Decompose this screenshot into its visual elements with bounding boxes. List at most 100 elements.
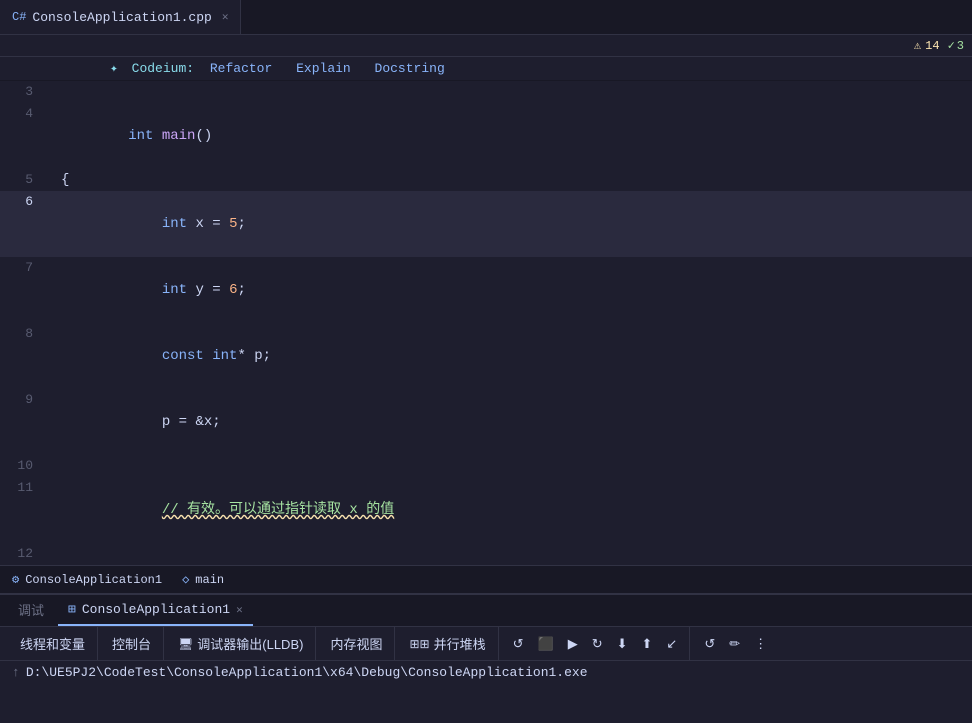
line-number-5: 5: [0, 169, 45, 191]
console-tab-label: ConsoleApplication1: [82, 602, 230, 617]
ptr-8: * p;: [237, 348, 271, 364]
panel-tab-console[interactable]: ⊞ ConsoleApplication1 ✕: [58, 595, 253, 626]
function-label: main: [195, 573, 224, 587]
console-label: 控制台: [112, 634, 151, 653]
line-gutter-11: [45, 477, 57, 543]
reload-btn[interactable]: ↺: [698, 633, 721, 655]
console-tab-close[interactable]: ✕: [236, 603, 243, 617]
warning-count: 14: [925, 39, 939, 53]
threads-variables-label: 线程和变量: [20, 634, 85, 653]
panel-toolbar: 线程和变量 控制台 🖥 调试器输出(LLDB) 内存视图 ⊞⊞ 并行堆栈: [0, 627, 972, 661]
play-btn[interactable]: ▶: [562, 633, 584, 655]
step-over-btn[interactable]: ⬇: [611, 633, 634, 655]
toolbar-section-parallel: ⊞⊞ 并行堆栈: [397, 627, 498, 660]
line-content-7[interactable]: int y = 6;: [57, 257, 972, 323]
restart-icon: ↻: [592, 636, 603, 652]
console-btn[interactable]: 控制台: [106, 631, 157, 656]
edit-btn[interactable]: ✏: [723, 633, 746, 655]
space-8: [204, 348, 212, 364]
line-number-6: 6: [0, 191, 45, 257]
toolbar-section-debugger: 🖥 调试器输出(LLDB): [166, 627, 316, 660]
line-gutter-8: [45, 323, 57, 389]
tab-close-icon[interactable]: ✕: [222, 10, 229, 24]
refresh-icon: ↺: [513, 636, 524, 652]
more-options-btn[interactable]: ⋮: [748, 633, 773, 655]
line-content-3[interactable]: [57, 81, 972, 103]
line-gutter-4: [45, 103, 57, 169]
line-content-5[interactable]: {: [57, 169, 972, 191]
op-eq-6: =: [212, 216, 220, 232]
line-content-12[interactable]: int value = *p;: [57, 543, 972, 565]
line-content-11[interactable]: // 有效。可以通过指针读取 x 的值: [57, 477, 972, 543]
code-line-9: 9 p = &x;: [0, 389, 972, 455]
status-item-function[interactable]: ◇ main: [182, 572, 224, 587]
code-line-8: 8 const int* p;: [0, 323, 972, 389]
warning-badge[interactable]: ⚠ 14: [914, 38, 940, 53]
threads-variables-btn[interactable]: 线程和变量: [14, 631, 91, 656]
codeium-icon: ✦: [110, 61, 118, 76]
keyword-int-7: int: [162, 282, 187, 298]
var-y-7: y: [187, 282, 212, 298]
code-line-5: 5 {: [0, 169, 972, 191]
panel-tabs: 调试 ⊞ ConsoleApplication1 ✕: [0, 595, 972, 627]
editor: ✦ Codeium: Refactor Explain Docstring 3 …: [0, 57, 972, 593]
line-gutter-9: [45, 389, 57, 455]
toolbar-section-memory: 内存视图: [318, 627, 395, 660]
line-content-6[interactable]: int x = 5;: [57, 191, 972, 257]
cpp-icon: C#: [12, 10, 26, 24]
func-name-4: main: [162, 128, 196, 144]
step-in-btn[interactable]: ↙: [660, 633, 683, 655]
indent-9: p: [128, 414, 178, 430]
editor-status-bar: ⚙ ConsoleApplication1 ◇ main: [0, 565, 972, 593]
code-line-7: 7 int y = 6;: [0, 257, 972, 323]
check-num: 3: [957, 39, 964, 53]
restart-btn[interactable]: ↻: [586, 633, 609, 655]
project-label: ConsoleApplication1: [25, 573, 162, 587]
codeium-name: Codeium:: [132, 61, 194, 76]
status-item-project[interactable]: ⚙ ConsoleApplication1: [12, 572, 162, 587]
parallel-icon: ⊞⊞: [409, 637, 429, 651]
semi-6: ;: [237, 216, 245, 232]
step-down-icon: ⬇: [617, 636, 628, 652]
space2-6: [221, 216, 229, 232]
codeium-explain[interactable]: Explain: [296, 61, 351, 76]
terminal-path-text: D:\UE5PJ2\CodeTest\ConsoleApplication1\x…: [26, 665, 588, 680]
reload-icon: ↺: [704, 636, 715, 652]
line-gutter-10: [45, 455, 57, 477]
memory-view-btn[interactable]: 内存视图: [324, 631, 388, 656]
code-area[interactable]: 3 4 int main() 5 { 6 int x = 5;: [0, 81, 972, 565]
step-up-icon: ⬆: [642, 636, 653, 652]
refresh-btn[interactable]: ↺: [507, 633, 530, 655]
line-number-8: 8: [0, 323, 45, 389]
step-in-icon: ↙: [666, 636, 677, 652]
line-gutter-6: [45, 191, 57, 257]
line-content-8[interactable]: const int* p;: [57, 323, 972, 389]
line-number-11: 11: [0, 477, 45, 543]
keyword-int-6: int: [162, 216, 187, 232]
codeium-refactor[interactable]: Refactor: [210, 61, 272, 76]
rest-9: &x;: [187, 414, 221, 430]
step-out-btn[interactable]: ⬆: [636, 633, 659, 655]
space2-7: [221, 282, 229, 298]
parallel-stack-label: 并行堆栈: [434, 634, 486, 653]
line-content-9[interactable]: p = &x;: [57, 389, 972, 455]
var-x-6: x: [187, 216, 212, 232]
stop-btn[interactable]: ⬛: [532, 633, 560, 655]
line-number-7: 7: [0, 257, 45, 323]
tab-console-application[interactable]: C# ConsoleApplication1.cpp ✕: [0, 0, 241, 34]
toolbar-section-console: 控制台: [100, 627, 164, 660]
panel-tab-debug[interactable]: 调试: [8, 595, 54, 626]
function-icon: ◇: [182, 572, 189, 587]
terminal-area[interactable]: ↑ D:\UE5PJ2\CodeTest\ConsoleApplication1…: [0, 661, 972, 723]
bottom-panel: 调试 ⊞ ConsoleApplication1 ✕ 线程和变量 控制台 🖥 调…: [0, 593, 972, 723]
debugger-output-btn[interactable]: 🖥 调试器输出(LLDB): [172, 631, 309, 656]
codeium-docstring[interactable]: Docstring: [375, 61, 445, 76]
keyword-const-8: const: [162, 348, 204, 364]
line-content-4[interactable]: int main(): [57, 103, 972, 169]
line-gutter-7: [45, 257, 57, 323]
indent-8: [128, 348, 162, 364]
code-line-3: 3: [0, 81, 972, 103]
checkmark-icon: ✓: [948, 38, 955, 53]
parallel-stack-btn[interactable]: ⊞⊞ 并行堆栈: [403, 631, 491, 656]
line-content-10[interactable]: [57, 455, 972, 477]
